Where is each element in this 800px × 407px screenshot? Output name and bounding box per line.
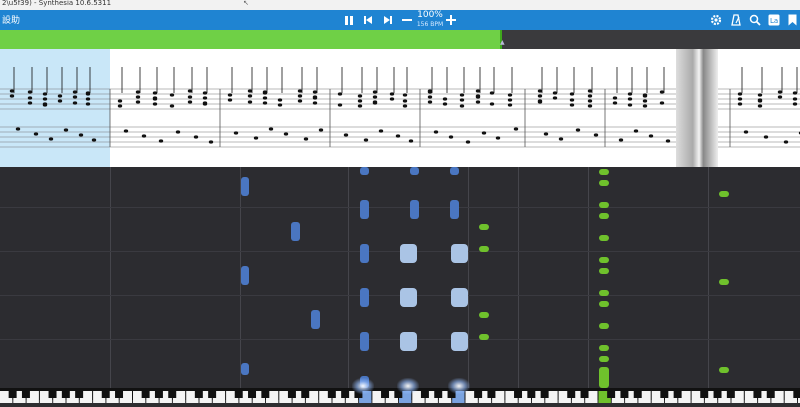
falling-note [400, 332, 417, 351]
minus-icon [402, 19, 412, 21]
falling-note [451, 332, 468, 351]
page-turn-gap [676, 49, 718, 167]
labels-icon: La [768, 14, 780, 26]
falling-note [451, 244, 468, 263]
falling-note [599, 290, 609, 296]
falling-note [599, 268, 609, 274]
gear-icon [710, 14, 722, 26]
song-progress-bar[interactable]: ▲ [0, 30, 800, 49]
falling-note [360, 167, 369, 175]
svg-text:La: La [770, 17, 778, 25]
falling-note [410, 200, 419, 219]
window-title: 2\u5f39) - Synthesia 10.6.5311 [2, 0, 112, 7]
falling-note [241, 266, 249, 285]
falling-note [360, 332, 369, 351]
falling-note [599, 356, 609, 362]
settings-button[interactable] [708, 12, 724, 28]
forward-button[interactable] [381, 12, 395, 28]
falling-note [599, 202, 609, 208]
falling-note [450, 200, 459, 219]
plus-icon [446, 15, 456, 25]
labels-button[interactable]: La [766, 12, 782, 28]
falling-note [451, 288, 468, 307]
falling-note [479, 246, 489, 252]
falling-note [450, 167, 459, 175]
falling-note [599, 367, 609, 388]
playback-toolbar: 設助 100% 156 BPM La [0, 10, 800, 30]
bookmark-button[interactable] [786, 12, 798, 28]
metronome-button[interactable] [728, 12, 744, 28]
falling-note [410, 167, 419, 175]
falling-note [599, 301, 609, 307]
pause-icon [345, 15, 353, 25]
rewind-button[interactable] [361, 12, 375, 28]
falling-note [360, 200, 369, 219]
falling-note [599, 213, 609, 219]
zoom-in-button[interactable] [444, 12, 458, 28]
skip-back-icon [364, 16, 372, 24]
falling-note [479, 312, 489, 318]
bookmark-icon [788, 14, 796, 26]
falling-note [400, 288, 417, 307]
falling-note [479, 334, 489, 340]
search-button[interactable] [747, 12, 763, 28]
cursor-marker: ↖ [243, 0, 249, 7]
key-press-glow [352, 378, 374, 394]
piano-keyboard[interactable] [0, 378, 800, 403]
falling-note [311, 310, 320, 329]
falling-note [599, 323, 609, 329]
falling-note [241, 363, 249, 375]
falling-note [719, 367, 729, 373]
falling-note [599, 345, 609, 351]
metronome-icon [731, 14, 741, 26]
falling-note [599, 180, 609, 186]
falling-note [241, 177, 249, 196]
progress-fill [0, 30, 502, 49]
falling-note [479, 224, 489, 230]
falling-note [599, 169, 609, 175]
falling-note [291, 222, 300, 241]
key-press-glow [397, 378, 419, 394]
falling-note [599, 257, 609, 263]
zoom-percent: 100% [417, 10, 443, 20]
falling-note [599, 235, 609, 241]
skip-forward-icon [384, 16, 392, 24]
falling-note [360, 288, 369, 307]
key-press-glow [448, 378, 470, 394]
search-icon [749, 14, 761, 26]
falling-note [400, 244, 417, 263]
loop-marker-icon: ▲ [500, 39, 505, 46]
help-menu[interactable]: 設助 [2, 13, 20, 26]
falling-note [719, 279, 729, 285]
sheet-music[interactable] [0, 49, 800, 167]
pause-button[interactable] [342, 12, 356, 28]
falling-note [719, 191, 729, 197]
zoom-readout: 100% 156 BPM [414, 11, 446, 29]
falling-note [360, 244, 369, 263]
falling-notes-area [0, 167, 800, 388]
zoom-out-button[interactable] [400, 12, 414, 28]
tempo-bpm: 156 BPM [416, 21, 444, 28]
